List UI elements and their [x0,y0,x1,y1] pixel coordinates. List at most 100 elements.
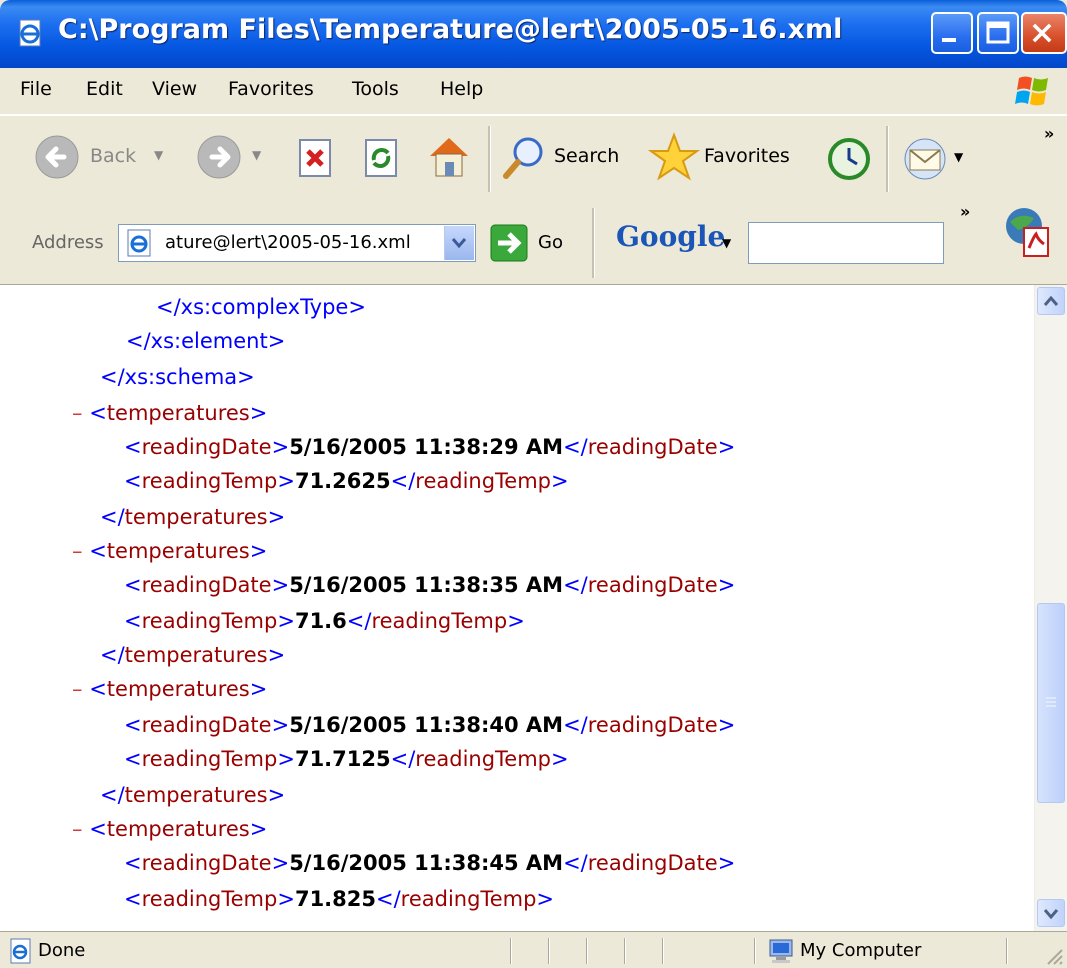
xml-tree: </xs:complexType> </xs:element> </xs:sch… [0,285,1030,931]
status-pane-separator [510,938,512,964]
address-input[interactable]: ature@lert\2005-05-16.xml [118,224,476,262]
google-dropdown-icon[interactable]: ▼ [722,236,731,250]
reading-date-value: 5/16/2005 11:38:45 AM [289,851,564,875]
google-more-chevron[interactable]: » [960,202,970,221]
reading-temp-value: 71.825 [294,887,376,911]
back-dropdown-icon[interactable]: ▼ [154,148,163,162]
pdf-globe-icon[interactable] [1000,204,1052,258]
ie-document-icon [19,19,41,47]
xml-line: </xs:schema> [100,365,255,389]
maximize-button[interactable] [977,12,1019,54]
mail-dropdown-icon: ▼ [954,150,964,164]
document-view: </xs:complexType> </xs:element> </xs:sch… [0,285,1067,931]
search-icon [503,137,543,179]
menu-file[interactable]: File [20,78,52,100]
reading-date-value: 5/16/2005 11:38:35 AM [289,573,564,597]
reading-date-line: <readingDate>5/16/2005 11:38:40 AM</read… [124,713,736,737]
status-pane-separator [586,938,588,964]
browser-window: C:\Program Files\Temperature@lert\2005-0… [0,0,1067,968]
favorites-star-icon [648,132,700,181]
scroll-thumb[interactable] [1037,603,1065,803]
vertical-scrollbar[interactable] [1034,285,1067,931]
address-label: Address [32,232,104,253]
close-button[interactable] [1021,12,1067,54]
menu-help[interactable]: Help [440,78,483,100]
status-pane-separator [548,938,550,964]
minimize-icon [942,38,956,42]
collapse-toggle[interactable]: – [72,401,83,425]
temperatures-node[interactable]: – <temperatures> [72,817,267,841]
back-arrow-icon [35,135,79,179]
reading-temp-line: <readingTemp>71.825</readingTemp> [124,887,555,911]
mail-button[interactable]: ▼ [900,134,970,184]
go-button[interactable]: Go [538,232,563,253]
reading-temp-value: 71.2625 [294,469,391,493]
temperatures-node[interactable]: – <temperatures> [72,539,267,563]
temperatures-node[interactable]: – <temperatures> [72,677,267,701]
reading-date-value: 5/16/2005 11:38:40 AM [289,713,564,737]
temperatures-node[interactable]: – <temperatures> [72,401,267,425]
stop-icon[interactable] [296,138,336,178]
toolbar-more-chevron[interactable]: » [1044,124,1054,143]
reading-temp-line: <readingTemp>71.7125</readingTemp> [124,747,569,771]
status-bar: Done My Computer [0,931,1067,968]
page-icon [127,229,151,257]
menu-favorites[interactable]: Favorites [228,78,314,100]
menu-view[interactable]: View [152,78,197,100]
address-bar: Address ature@lert\2005-05-16.xml Go Goo… [0,202,1067,285]
history-icon[interactable] [826,136,872,182]
address-value: ature@lert\2005-05-16.xml [165,232,411,253]
menu-edit[interactable]: Edit [86,78,123,100]
address-dropdown-button[interactable] [444,226,474,260]
toolbar-separator [488,126,491,192]
minimize-button[interactable] [931,12,973,54]
forward-arrow-icon [197,135,241,179]
chevron-up-icon [1043,295,1059,306]
close-icon [1032,23,1052,43]
reading-temp-value: 71.6 [294,609,347,633]
resize-grip-icon[interactable] [1044,946,1064,966]
refresh-icon[interactable] [362,138,402,178]
xml-line: </xs:complexType> [156,295,366,319]
google-logo[interactable]: Google [616,220,725,253]
back-button[interactable]: Back ▼ [34,134,184,182]
go-arrow-icon[interactable] [490,224,528,262]
google-search-input[interactable] [748,222,944,264]
collapse-toggle[interactable]: – [72,539,83,563]
favorites-button[interactable]: Favorites [648,132,808,182]
forward-dropdown-icon[interactable]: ▼ [252,148,261,162]
menu-bar: File Edit View Favorites Tools Help [0,68,1067,115]
favorites-label: Favorites [704,145,790,167]
standard-toolbar: Back ▼ ▼ Search Favorites ▼ » [0,115,1067,203]
status-pane-separator [754,938,756,964]
search-button[interactable]: Search [500,134,634,182]
reading-date-value: 5/16/2005 11:38:29 AM [289,435,564,459]
status-pane-separator [1006,938,1008,964]
xml-close-line: </temperatures> [100,505,286,529]
collapse-toggle[interactable]: – [72,817,83,841]
home-icon[interactable] [424,132,474,182]
chevron-down-icon [451,238,467,249]
reading-temp-line: <readingTemp>71.6</readingTemp> [124,609,525,633]
chevron-down-icon [1043,909,1059,920]
collapse-toggle[interactable]: – [72,677,83,701]
forward-button[interactable]: ▼ [196,134,268,182]
scroll-down-button[interactable] [1037,899,1065,927]
reading-temp-value: 71.7125 [294,747,391,771]
reading-date-line: <readingDate>5/16/2005 11:38:35 AM</read… [124,573,736,597]
reading-date-line: <readingDate>5/16/2005 11:38:29 AM</read… [124,435,736,459]
my-computer-icon [769,939,793,963]
menu-tools[interactable]: Tools [352,78,399,100]
zone-text: My Computer [800,940,922,961]
mail-icon [904,138,946,180]
window-title: C:\Program Files\Temperature@lert\2005-0… [58,14,843,45]
windows-logo-icon [1015,76,1048,106]
scroll-up-button[interactable] [1037,287,1065,315]
toolbar-separator [592,208,595,278]
page-done-icon [10,938,31,964]
back-label: Back [90,145,137,167]
search-label: Search [554,145,620,167]
title-bar[interactable]: C:\Program Files\Temperature@lert\2005-0… [0,0,1067,68]
xml-close-line: </temperatures> [100,783,286,807]
status-pane-separator [662,938,664,964]
